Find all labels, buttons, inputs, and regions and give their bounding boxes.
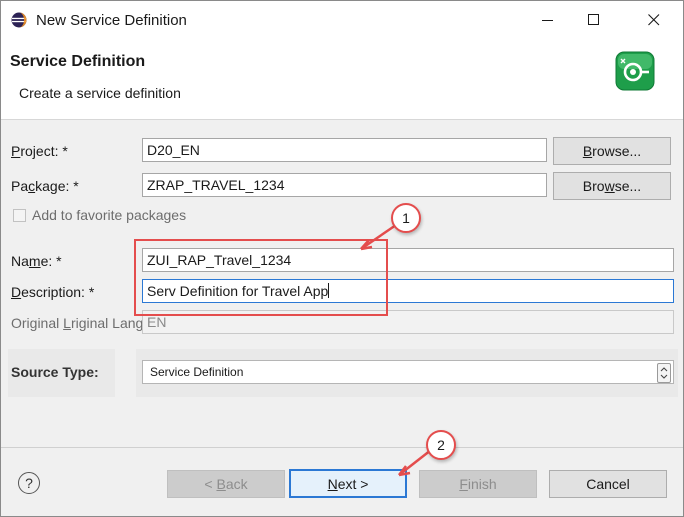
callout-1: 1 xyxy=(391,203,421,233)
callout-2: 2 xyxy=(426,430,456,460)
annotation-arrows xyxy=(360,223,432,477)
new-service-definition-dialog: New Service Definition Service Definitio… xyxy=(0,0,684,517)
